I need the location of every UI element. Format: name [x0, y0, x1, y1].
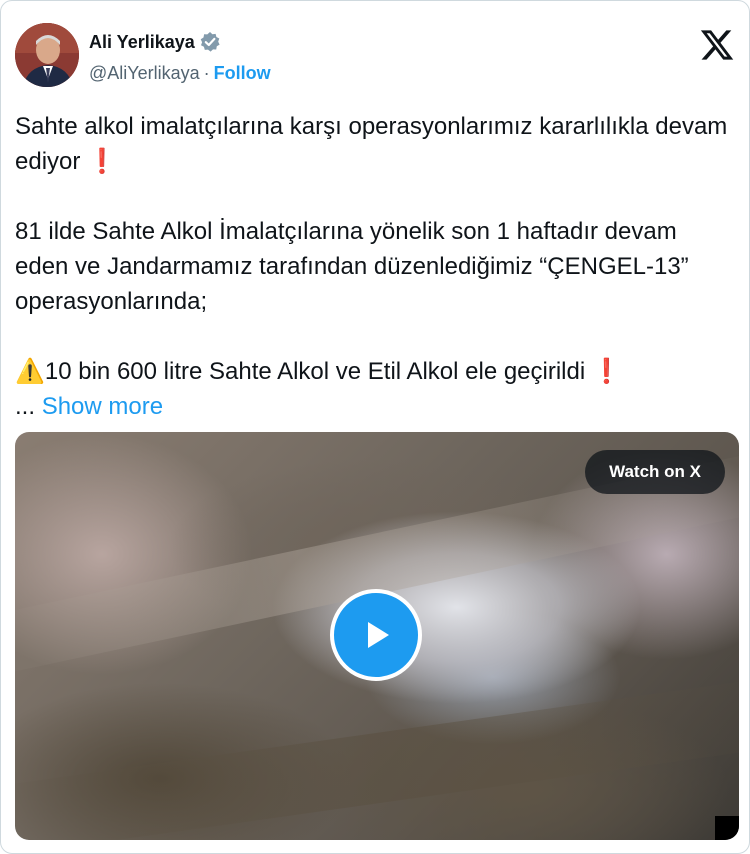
video-player[interactable]: Watch on X [15, 432, 739, 840]
author-name-row: Ali Yerlikaya [89, 31, 221, 53]
watch-on-x-button[interactable]: Watch on X [585, 450, 725, 494]
tweet-card: Ali Yerlikaya @AliYerlikaya · Follow Sah… [0, 0, 750, 854]
ellipsis: ... [15, 393, 36, 420]
warning-icon: ⚠️ [15, 358, 45, 385]
handle-row: @AliYerlikaya · Follow [89, 63, 271, 84]
tweet-line-1: Sahte alkol imalatçılarına karşı operasy… [15, 113, 728, 175]
follow-button[interactable]: Follow [214, 63, 271, 84]
exclamation-icon: ❗ [87, 148, 117, 175]
avatar[interactable] [15, 23, 79, 87]
show-more-link[interactable]: Show more [42, 393, 163, 420]
author-name[interactable]: Ali Yerlikaya [89, 32, 195, 53]
tweet-paragraph-2: 81 ilde Sahte Alkol İmalatçılarına yönel… [15, 218, 689, 315]
verified-badge-icon [199, 31, 221, 53]
exclamation-icon: ❗ [591, 358, 622, 385]
play-icon[interactable] [330, 589, 422, 681]
author-handle[interactable]: @AliYerlikaya [89, 63, 200, 84]
separator: · [203, 63, 210, 83]
show-more-row: ... Show more [15, 389, 735, 424]
tweet-line-3: 10 bin 600 litre Sahte Alkol ve Etil Alk… [44, 358, 586, 385]
tweet-text: Sahte alkol imalatçılarına karşı operasy… [15, 109, 735, 424]
tweet-paragraph-1: Sahte alkol imalatçılarına karşı operasy… [15, 109, 735, 179]
tweet-paragraph-3: ⚠️10 bin 600 litre Sahte Alkol ve Etil A… [15, 354, 735, 389]
x-logo-icon[interactable] [699, 27, 735, 63]
tweet-header: Ali Yerlikaya @AliYerlikaya · Follow [15, 17, 735, 97]
